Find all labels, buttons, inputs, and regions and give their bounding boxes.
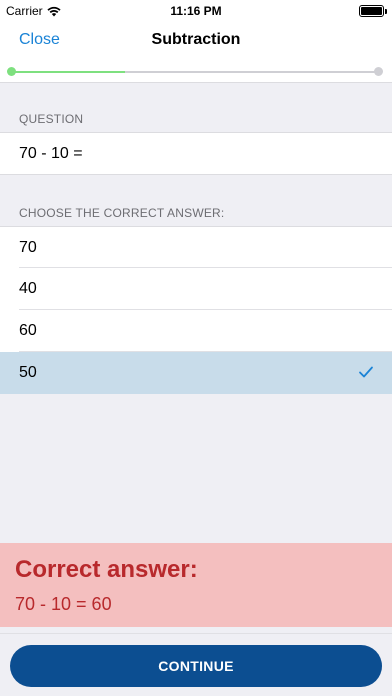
feedback-detail: 70 - 10 = 60 — [15, 594, 112, 614]
status-bar: Carrier 11:16 PM — [0, 0, 392, 22]
app-screen: Carrier 11:16 PM Close Subtraction QUEST… — [0, 0, 392, 696]
answer-label: 70 — [19, 239, 37, 256]
progress-start-dot — [7, 67, 16, 76]
answer-option-50[interactable]: 50 — [0, 352, 392, 394]
answer-label: 50 — [19, 364, 37, 381]
answer-list: 70 40 60 50 — [0, 226, 392, 394]
battery-icon — [359, 5, 387, 17]
nav-bar: Close Subtraction — [0, 22, 392, 60]
status-time: 11:16 PM — [170, 4, 222, 18]
answer-option-70[interactable]: 70 — [0, 226, 392, 268]
question-header: QUESTION — [19, 112, 84, 126]
answer-label: 60 — [19, 322, 37, 339]
answer-option-40[interactable]: 40 — [0, 268, 392, 310]
answer-label: 40 — [19, 280, 37, 297]
progress-fill — [11, 71, 126, 73]
progress-track — [11, 71, 379, 73]
continue-button[interactable]: CONTINUE — [10, 645, 382, 687]
checkmark-icon — [359, 366, 373, 378]
answers-header: CHOOSE THE CORRECT ANSWER: — [19, 206, 225, 220]
question-text: 70 - 10 = — [19, 145, 83, 162]
question-cell: 70 - 10 = — [0, 132, 392, 175]
feedback-panel: Correct answer: 70 - 10 = 60 — [0, 543, 392, 627]
progress-bar — [0, 60, 392, 83]
answer-option-60[interactable]: 60 — [0, 310, 392, 352]
feedback-title: Correct answer: — [15, 556, 198, 583]
footer: CONTINUE — [0, 634, 392, 696]
page-title: Subtraction — [151, 31, 241, 48]
progress-end-dot — [374, 67, 383, 76]
